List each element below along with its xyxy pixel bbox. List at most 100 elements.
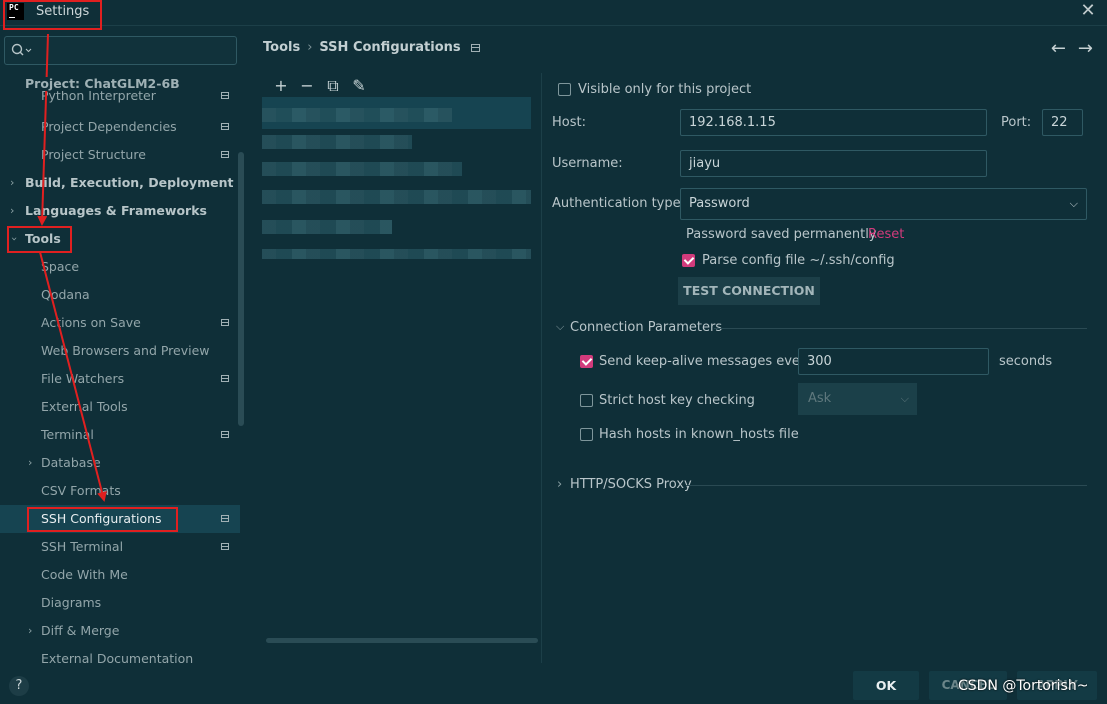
tree-item-build-execution-deployment[interactable]: › Build, Execution, Deployment — [0, 169, 240, 197]
tree-item-label: File Watchers — [41, 371, 125, 386]
seconds-label: seconds — [999, 354, 1053, 369]
list-toolbar: + − ⧉ ✎ — [268, 76, 372, 96]
chevron-down-icon: ⌵ — [1069, 197, 1078, 210]
list-item-blurred[interactable] — [262, 249, 531, 259]
tree-item-project-structure[interactable]: Project Structure — [0, 141, 240, 169]
tree-item-external-documentation[interactable]: External Documentation — [0, 645, 240, 670]
chevron-right-icon: › — [28, 624, 33, 637]
tree-item-label: Project Dependencies — [41, 119, 177, 134]
tree-item-csv-formats[interactable]: CSV Formats — [0, 477, 240, 505]
project-scope-icon — [221, 543, 229, 550]
breadcrumb: Tools › SSH Configurations — [263, 40, 480, 58]
copy-icon[interactable]: ⧉ — [320, 76, 346, 96]
list-item-blurred[interactable] — [262, 190, 531, 204]
title-bar: PC Settings ✕ — [0, 0, 1107, 26]
tree-item-label: External Documentation — [41, 651, 194, 666]
tree-item-label: Actions on Save — [41, 315, 141, 330]
forward-arrow-icon[interactable]: → — [1078, 38, 1093, 59]
host-label: Host: — [552, 115, 586, 130]
host-input[interactable]: 192.168.1.15 — [680, 109, 987, 136]
edit-icon[interactable]: ✎ — [346, 76, 372, 95]
chevron-right-icon[interactable]: › — [557, 477, 562, 492]
tree-item-label: Web Browsers and Preview — [41, 343, 210, 358]
port-input[interactable]: 22 — [1042, 109, 1083, 136]
search-icon — [11, 43, 32, 56]
tree-item-ssh-terminal[interactable]: SSH Terminal — [0, 533, 240, 561]
tree-item-actions-on-save[interactable]: Actions on Save — [0, 309, 240, 337]
breadcrumb-current: SSH Configurations — [319, 40, 461, 55]
list-item-blurred[interactable] — [262, 108, 452, 122]
keepalive-checkbox[interactable] — [580, 355, 593, 368]
section-divider — [686, 485, 1087, 486]
project-scope-icon — [221, 515, 229, 522]
tree-item-label: CSV Formats — [41, 483, 121, 498]
remove-icon[interactable]: − — [294, 76, 320, 95]
username-label: Username: — [552, 156, 623, 171]
chevron-right-icon: › — [28, 456, 33, 469]
tree-item-diagrams[interactable]: Diagrams — [0, 589, 240, 617]
visible-only-label: Visible only for this project — [578, 82, 752, 97]
tree-item-tools[interactable]: › Tools — [0, 225, 240, 253]
port-label: Port: — [1001, 115, 1032, 130]
list-item-blurred[interactable] — [262, 220, 392, 234]
close-icon[interactable]: ✕ — [1079, 0, 1097, 24]
hash-hosts-checkbox[interactable] — [580, 428, 593, 441]
tree-item-languages-frameworks[interactable]: › Languages & Frameworks — [0, 197, 240, 225]
tree-item-label: Languages & Frameworks — [25, 203, 207, 218]
watermark: CSDN @Tortorish~ — [958, 678, 1089, 694]
tree-item-label: Tools — [25, 231, 61, 246]
help-button[interactable]: ? — [9, 676, 29, 696]
tree-item-file-watchers[interactable]: File Watchers — [0, 365, 240, 393]
list-scrollbar[interactable] — [266, 638, 538, 643]
project-scope-icon — [221, 319, 229, 326]
tree-item-ssh-configurations[interactable]: SSH Configurations — [0, 505, 240, 533]
sidebar-scrollbar[interactable] — [238, 152, 244, 426]
project-scope-icon — [221, 92, 229, 99]
keepalive-interval-input[interactable]: 300 — [798, 348, 989, 375]
tree-item-code-with-me[interactable]: Code With Me — [0, 561, 240, 589]
list-item-blurred[interactable] — [262, 162, 462, 176]
tree-item-external-tools[interactable]: External Tools — [0, 393, 240, 421]
chevron-right-icon: › — [10, 204, 15, 217]
tree-item-diff-merge[interactable]: › Diff & Merge — [0, 617, 240, 645]
list-item-blurred[interactable] — [262, 135, 412, 149]
tree-item-label: Diff & Merge — [41, 623, 120, 638]
tree-item-label: Diagrams — [41, 595, 102, 610]
parse-config-checkbox[interactable] — [682, 254, 695, 267]
auth-type-label: Authentication type: — [552, 196, 685, 211]
username-input[interactable]: jiayu — [680, 150, 987, 177]
tree-item-space[interactable]: Space — [0, 253, 240, 281]
reset-link[interactable]: Reset — [868, 227, 904, 242]
chevron-down-icon: ⌵ — [900, 392, 909, 405]
chevron-right-icon: › — [10, 176, 15, 189]
chevron-down-icon: › — [8, 236, 22, 242]
tree-item-database[interactable]: › Database — [0, 449, 240, 477]
ssh-config-list-panel: + − ⧉ ✎ — [254, 73, 542, 663]
tree-item-label: Space — [41, 259, 80, 274]
add-icon[interactable]: + — [268, 76, 294, 95]
ok-button[interactable]: OK — [853, 671, 919, 700]
search-input[interactable] — [4, 36, 237, 65]
tree-item-qodana[interactable]: Qodana — [0, 281, 240, 309]
settings-sidebar: Project: ChatGLM2-6B Python Interpreter … — [0, 26, 246, 670]
navigation: ← → — [1039, 38, 1093, 59]
tree-item-web-browsers[interactable]: Web Browsers and Preview — [0, 337, 240, 365]
window-title: Settings — [36, 4, 90, 19]
tree-item-label: Terminal — [41, 427, 94, 442]
tree-item-terminal[interactable]: Terminal — [0, 421, 240, 449]
auth-type-dropdown[interactable]: Password ⌵ — [680, 188, 1087, 220]
proxy-section-header[interactable]: HTTP/SOCKS Proxy — [570, 477, 692, 492]
password-saved-text: Password saved permanently — [686, 227, 877, 242]
keepalive-label: Send keep-alive messages every — [599, 354, 813, 369]
tree-item-project-dependencies[interactable]: Project Dependencies — [0, 113, 240, 141]
test-connection-button[interactable]: TEST CONNECTION — [678, 277, 820, 305]
project-scope-icon — [221, 123, 229, 130]
tree-item-label: Code With Me — [41, 567, 128, 582]
strict-host-checkbox[interactable] — [580, 394, 593, 407]
breadcrumb-root[interactable]: Tools — [263, 40, 300, 55]
chevron-down-icon[interactable]: ⌵ — [556, 320, 564, 334]
back-arrow-icon[interactable]: ← — [1051, 38, 1066, 59]
visible-only-checkbox[interactable] — [558, 83, 571, 96]
auth-type-value: Password — [689, 196, 750, 211]
connection-params-header[interactable]: Connection Parameters — [570, 320, 722, 335]
